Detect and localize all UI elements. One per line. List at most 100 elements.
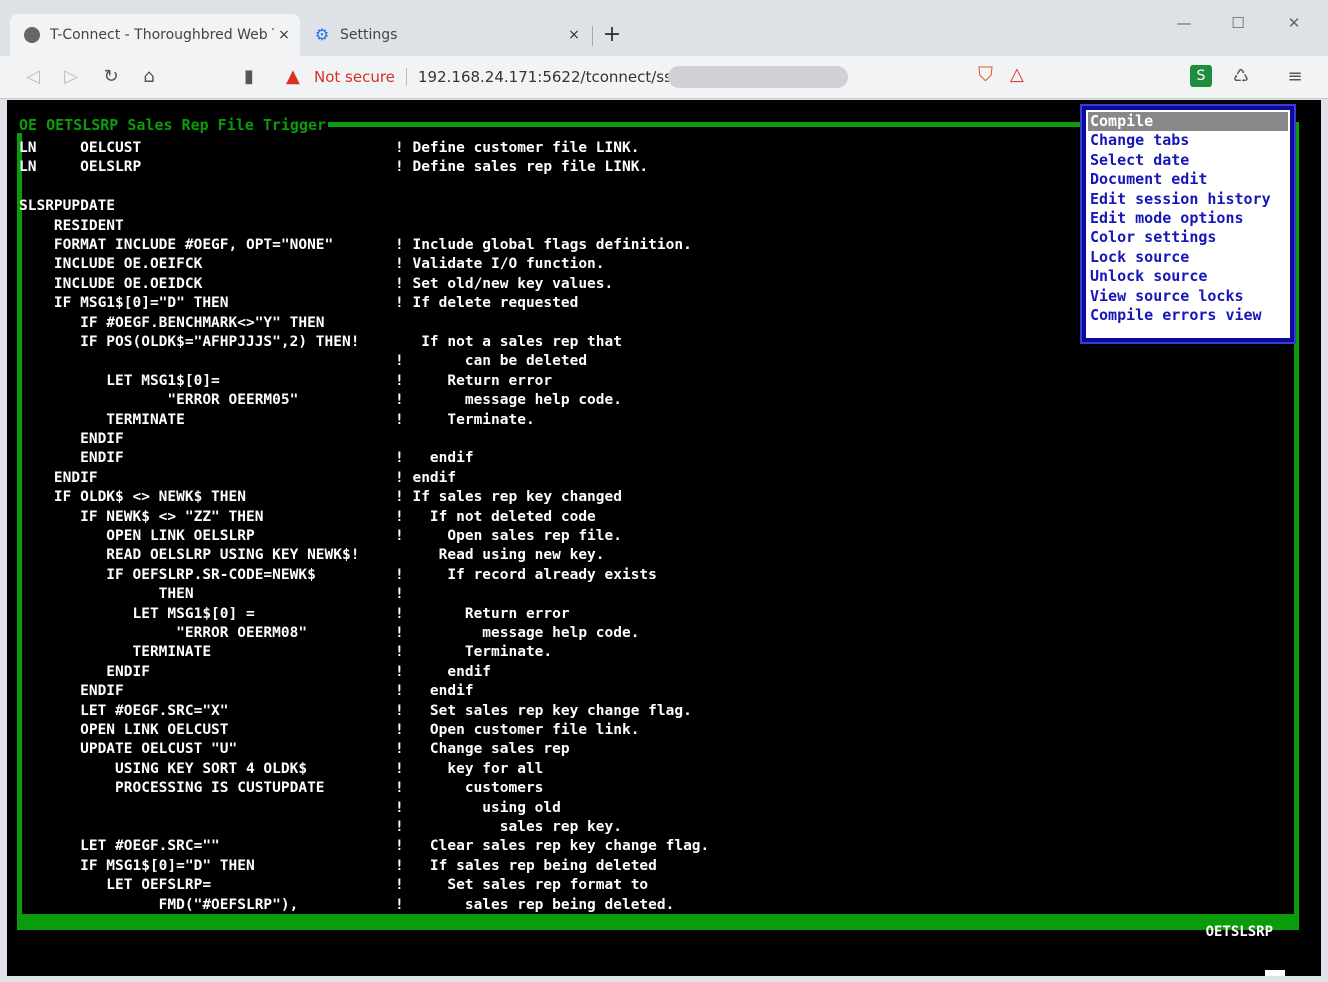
menu-item-color-settings[interactable]: Color settings [1088, 228, 1288, 247]
code-line-left: INCLUDE OE.OEIDCK [19, 275, 203, 292]
code-line-comment: ! If not deleted code [395, 508, 596, 525]
menu-item-document-edit[interactable]: Document edit [1088, 170, 1288, 189]
code-line-left: ENDIF [19, 469, 98, 486]
text-cursor [1265, 970, 1285, 976]
code-line-left: LET MSG1$[0]= [19, 372, 220, 389]
program-name: OETSLSRP [1205, 924, 1273, 940]
code-line-left: RESIDENT [19, 217, 124, 234]
close-tab-icon[interactable]: × [274, 27, 294, 43]
code-line-comment: ! message help code. [395, 392, 622, 409]
brave-shield-icon[interactable]: ⛉ [978, 62, 993, 86]
code-line-comment: ! Return error [395, 605, 570, 622]
menu-icon[interactable]: ≡ [1282, 64, 1308, 90]
code-line-comment: ! key for all [395, 760, 544, 777]
code-line-left: ENDIF [19, 450, 124, 467]
code-line-comment: ! sales rep key. [395, 819, 622, 835]
code-line-comment: ! Return error [395, 372, 553, 389]
popup-menu: Compile Change tabs Select date Document ed… [1080, 104, 1296, 344]
code-line-left: IF MSG1$[0]="D" THEN [19, 857, 255, 874]
code-line-left: SLSRPUPDATE [19, 198, 116, 215]
code-line-comment: ! If record already exists [395, 566, 657, 583]
menu-item-compile[interactable]: Compile [1088, 112, 1288, 132]
code-line-comment: ! endif [395, 469, 457, 486]
security-label[interactable]: Not secure [314, 68, 395, 86]
code-line-comment: ! Define customer file LINK. [395, 140, 640, 156]
code-line-comment: ! [395, 586, 404, 603]
code-line-left: LN OELSLRP [19, 159, 142, 176]
brave-rewards-icon[interactable]: △ [1010, 64, 1024, 85]
code-line-left: PROCESSING IS CUSTUPDATE [19, 780, 325, 797]
back-icon[interactable]: ◁ [20, 64, 46, 90]
code-line-comment: ! Set sales rep format to [395, 877, 649, 894]
terminal-screen[interactable]: OE OETSLSRP Sales Rep File Trigger LN OE… [7, 100, 1321, 976]
menu-item-edit-session-history[interactable]: Edit session history [1088, 190, 1288, 209]
code-line-left: UPDATE OELCUST "U" [19, 741, 238, 758]
reload-icon[interactable]: ↻ [98, 64, 124, 90]
code-line-comment: ! If sales rep being deleted [395, 857, 657, 874]
code-line-comment: ! can be deleted [395, 353, 588, 370]
code-line-comment: ! endif [395, 450, 474, 467]
code-line-left: FMD("#OEFSLRP"), [19, 896, 299, 913]
code-line-comment: ! Define sales rep file LINK. [395, 159, 649, 176]
code-line-left: ENDIF [19, 431, 124, 447]
code-line-comment: ! endif [395, 683, 474, 700]
menu-item-lock-source[interactable]: Lock source [1088, 248, 1288, 267]
browser-toolbar: ◁ ▷ ↻ ⌂ ▮ ▲ Not secure 192.168.24.171:56… [0, 56, 1328, 99]
tab-title: T-Connect - Thoroughbred Web Te [50, 27, 274, 43]
menu-item-unlock-source[interactable]: Unlock source [1088, 267, 1288, 286]
gear-icon: ⚙ [314, 25, 330, 44]
code-line-left: TERMINATE [19, 411, 185, 428]
minimize-button[interactable]: — [1164, 14, 1204, 32]
bookmark-icon[interactable]: ▮ [236, 64, 262, 90]
code-line-left: USING KEY SORT 4 OLDK$ [19, 760, 308, 777]
code-line-left: READ OELSLRP USING KEY NEWK$! [19, 547, 360, 564]
menu-item-change-tabs[interactable]: Change tabs [1088, 131, 1288, 150]
code-line-comment: ! Clear sales rep key change flag. [395, 838, 710, 855]
menu-item-compile-errors-view[interactable]: Compile errors view [1088, 306, 1288, 325]
code-line-comment: If not a sales rep that [395, 334, 622, 350]
code-line-comment: ! endif [395, 663, 492, 680]
tab-settings[interactable]: ⚙ Settings × [300, 14, 590, 56]
code-line-comment: ! Set sales rep key change flag. [395, 702, 692, 719]
code-line-comment: ! Set old/new key values. [395, 275, 614, 292]
code-line-left: IF OEFSLRP.SR-CODE=NEWK$ [19, 566, 316, 583]
code-line-comment: ! Open sales rep file. [395, 528, 622, 544]
code-line-left: LET OEFSLRP= [19, 877, 212, 894]
menu-item-view-source-locks[interactable]: View source locks [1088, 287, 1288, 306]
code-line-left: ENDIF [19, 663, 150, 680]
recycle-icon[interactable]: ♺ [1228, 64, 1254, 90]
code-line-left: ENDIF [19, 683, 124, 700]
code-line-comment: ! message help code. [395, 625, 640, 641]
code-line-left: "ERROR OEERM05" [19, 392, 299, 409]
code-line-left: LET #OEGF.SRC="" [19, 838, 220, 855]
browser-window: T-Connect - Thoroughbred Web Te × ⚙ Sett… [0, 0, 1328, 982]
redacted-url-blur [668, 66, 848, 88]
close-tab-icon[interactable]: × [564, 27, 584, 43]
close-window-button[interactable]: ✕ [1274, 14, 1314, 32]
code-line-left: TERMINATE [19, 644, 212, 661]
address-bar[interactable]: ▲ Not secure 192.168.24.171:5622/tconnec… [268, 62, 1024, 92]
code-line-left: IF POS(OLDK$="AFHPJJJS",2) THEN! [19, 334, 360, 350]
tab-tconnect[interactable]: T-Connect - Thoroughbred Web Te × [10, 14, 300, 56]
code-line-left: LN OELCUST [19, 140, 142, 156]
home-icon[interactable]: ⌂ [136, 64, 162, 90]
url-text[interactable]: 192.168.24.171:5622/tconnect/ssh [418, 68, 681, 86]
warning-icon: ▲ [286, 66, 300, 87]
menu-item-edit-mode-options[interactable]: Edit mode options [1088, 209, 1288, 228]
menu-item-select-date[interactable]: Select date [1088, 151, 1288, 170]
code-line-left: IF OLDK$ <> NEWK$ THEN [19, 489, 246, 506]
extension-icon[interactable]: S [1190, 65, 1212, 87]
tab-strip: T-Connect - Thoroughbred Web Te × ⚙ Sett… [0, 0, 1328, 56]
new-tab-button[interactable]: + [600, 22, 624, 47]
tab-divider [592, 26, 593, 46]
code-line-comment: ! If sales rep key changed [395, 489, 622, 506]
code-line-comment: Read using new key. [395, 547, 605, 564]
tab-title: Settings [340, 27, 398, 43]
code-line-left: IF NEWK$ <> "ZZ" THEN [19, 508, 264, 525]
code-line-left: LET MSG1$[0] = [19, 605, 255, 622]
code-line-left: OPEN LINK OELCUST [19, 722, 229, 738]
code-line-comment: ! Open customer file link. [395, 722, 640, 738]
maximize-button[interactable]: ☐ [1218, 14, 1258, 32]
forward-icon[interactable]: ▷ [58, 64, 84, 90]
code-line-comment: ! sales rep being deleted. [395, 896, 675, 913]
